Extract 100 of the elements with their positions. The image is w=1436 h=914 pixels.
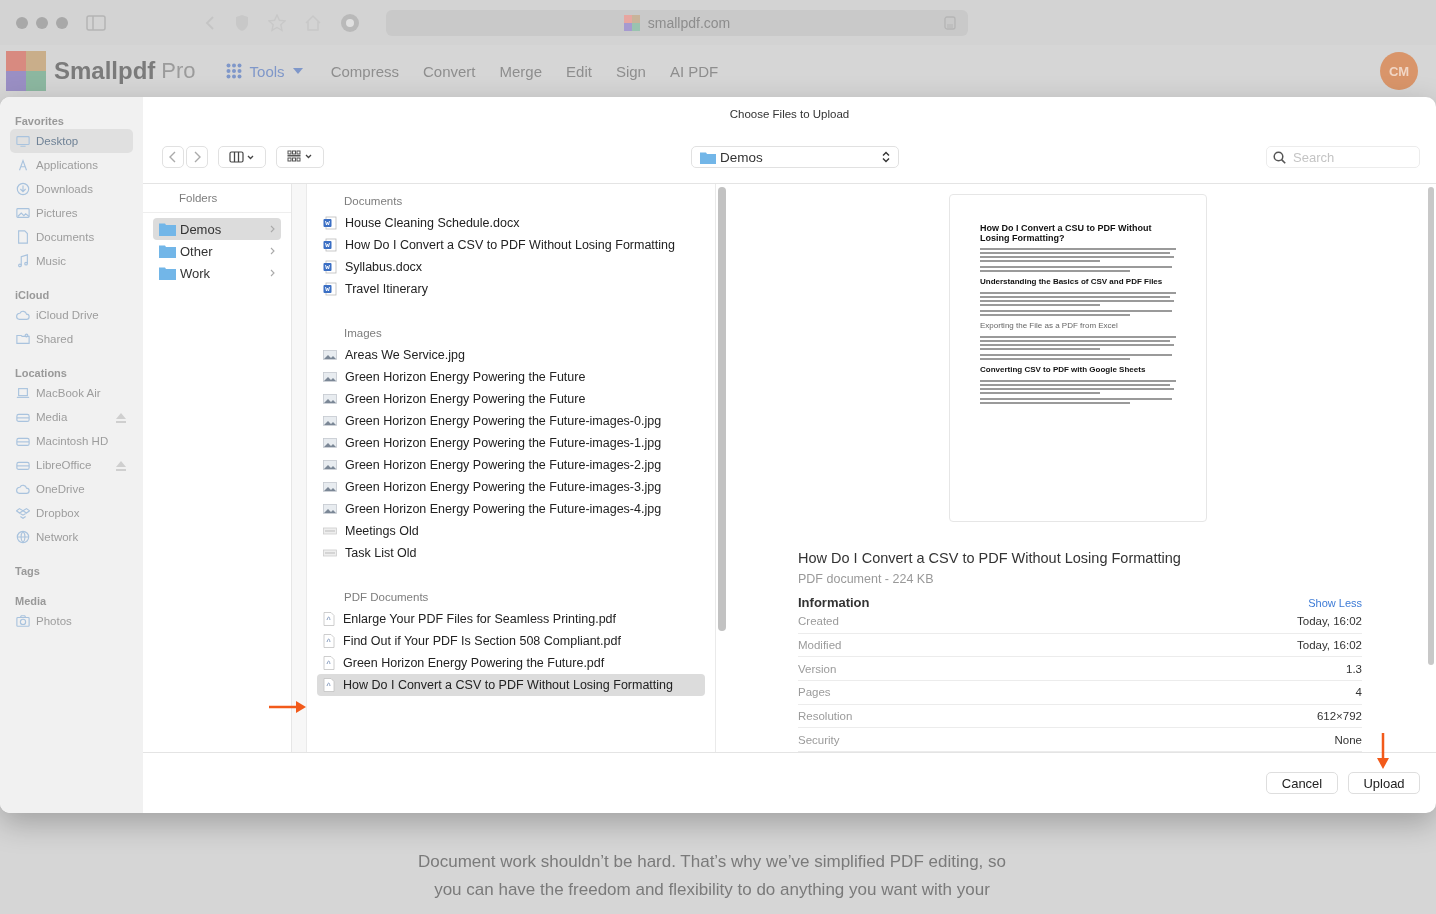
group-button[interactable] [276, 146, 324, 168]
text-file-icon [323, 525, 337, 537]
info-label: Security [798, 733, 840, 746]
file-item[interactable]: Enlarge Your PDF Files for Seamless Printing.pdf [317, 608, 705, 630]
cloud-icon [16, 308, 30, 322]
file-item[interactable]: How Do I Convert a CSV to PDF Without Losing Formatting [317, 234, 705, 256]
grid-view-icon [287, 150, 313, 164]
info-value: None [1334, 733, 1362, 746]
back-button[interactable] [162, 146, 184, 168]
file-title: How Do I Convert a CSV to PDF Without Losing Formatting [798, 549, 1182, 566]
close-window-icon[interactable] [16, 16, 28, 29]
info-value: Today, 16:02 [1297, 615, 1362, 628]
show-less-link[interactable]: Show Less [1308, 596, 1362, 609]
pdf-file-icon [323, 656, 335, 670]
info-heading: Information [798, 594, 870, 610]
column-heading: Folders [143, 184, 291, 213]
zoom-window-icon[interactable] [56, 16, 68, 29]
word-document-icon [323, 216, 337, 230]
minimize-window-icon[interactable] [36, 16, 48, 29]
sidebar-item[interactable]: LibreOffice [10, 453, 133, 477]
sidebar-item[interactable]: OneDrive [10, 477, 133, 501]
file-item[interactable]: How Do I Convert a CSV to PDF Without Losing Formatting [317, 674, 705, 696]
sidebar-item[interactable]: Applications [10, 153, 133, 177]
sidebar-item[interactable]: Network [10, 525, 133, 549]
text-file-icon [323, 547, 337, 559]
sidebar-item[interactable]: Photos [10, 609, 133, 633]
sidebar-item[interactable]: Desktop [10, 129, 133, 153]
upload-button[interactable]: Upload [1348, 772, 1420, 794]
word-document-icon [323, 238, 337, 252]
sidebar-item[interactable]: Music [10, 249, 133, 273]
location-popup[interactable]: Demos [691, 146, 899, 168]
info-value: 4 [1355, 686, 1362, 699]
file-item[interactable]: Green Horizon Energy Powering the Future.pdf [317, 652, 705, 674]
file-item[interactable]: House Cleaning Schedule.docx [317, 212, 705, 234]
apps-icon [16, 158, 30, 172]
monitor-icon [16, 134, 30, 148]
group-heading: Images [343, 326, 383, 341]
shared-folder-icon [16, 332, 30, 346]
scrollbar[interactable] [715, 184, 728, 752]
sidebar-item[interactable]: Shared [10, 327, 133, 351]
eject-icon[interactable] [115, 459, 127, 471]
info-label: Pages [798, 686, 831, 699]
sidebar-item[interactable]: MacBook Air [10, 381, 133, 405]
image-file-icon [323, 415, 337, 427]
cancel-button[interactable]: Cancel [1266, 772, 1338, 794]
resize-gutter[interactable] [292, 184, 307, 752]
image-file-icon [323, 503, 337, 515]
file-item[interactable]: Syllabus.docx [317, 256, 705, 278]
file-item[interactable]: Meetings Old [317, 520, 705, 542]
search-field[interactable]: Search [1266, 146, 1420, 168]
download-icon [16, 182, 30, 196]
grid-icon [225, 63, 242, 79]
view-mode-button[interactable] [218, 146, 266, 168]
eject-icon[interactable] [115, 411, 127, 423]
file-item[interactable]: Green Horizon Energy Powering the Future-images-2.jpg [317, 454, 705, 476]
image-file-icon [323, 437, 337, 449]
folder-item[interactable]: Demos [153, 218, 281, 240]
file-item[interactable]: Green Horizon Energy Powering the Future-images-0.jpg [317, 410, 705, 432]
folder-icon [159, 266, 176, 280]
music-note-icon [16, 254, 30, 268]
sidebar-item[interactable]: iCloud Drive [10, 303, 133, 327]
image-file-icon [323, 459, 337, 471]
folder-item[interactable]: Other [153, 240, 281, 262]
extension-icon[interactable] [340, 12, 360, 33]
chevron-left-icon [169, 151, 177, 163]
laptop-icon [16, 386, 30, 400]
logo-icon[interactable] [6, 51, 46, 91]
file-item[interactable]: Find Out if Your PDF Is Section 508 Compliant.pdf [317, 630, 705, 652]
sidebar-item[interactable]: Downloads [10, 177, 133, 201]
word-document-icon [323, 260, 337, 274]
word-document-icon [323, 282, 337, 296]
file-item[interactable]: Green Horizon Energy Powering the Future-images-1.jpg [317, 432, 705, 454]
info-label: Created [798, 615, 839, 628]
sidebar-item[interactable]: Dropbox [10, 501, 133, 525]
image-file-icon [323, 481, 337, 493]
sidebar-item[interactable]: Documents [10, 225, 133, 249]
file-item[interactable]: Green Horizon Energy Powering the Future [317, 366, 705, 388]
nav-link[interactable]: Convert [423, 62, 476, 80]
columns-view-icon [229, 151, 255, 163]
info-value: 1.3 [1346, 662, 1362, 675]
folder-icon [700, 150, 716, 164]
camera-icon [16, 614, 30, 628]
file-item[interactable]: Travel Itinerary [317, 278, 705, 300]
sidebar-item[interactable]: Pictures [10, 201, 133, 225]
file-item[interactable]: Areas We Service.jpg [317, 344, 705, 366]
plan-label: Pro [161, 58, 196, 84]
nav-link[interactable]: Compress [330, 62, 399, 80]
sidebar-item[interactable]: Media [10, 405, 133, 429]
file-item[interactable]: Green Horizon Energy Powering the Future-images-4.jpg [317, 498, 705, 520]
folder-item[interactable]: Work [153, 262, 281, 284]
file-item[interactable]: Green Horizon Energy Powering the Future-images-3.jpg [317, 476, 705, 498]
sidebar-icon[interactable] [86, 14, 106, 31]
file-item[interactable]: Green Horizon Energy Powering the Future [317, 388, 705, 410]
sidebar-item[interactable]: Macintosh HD [10, 429, 133, 453]
forward-button[interactable] [186, 146, 208, 168]
nav-link[interactable]: Sign [615, 62, 646, 80]
info-value: 612×792 [1316, 709, 1362, 722]
nav-link[interactable]: Merge [499, 62, 543, 80]
search-icon [1273, 151, 1286, 164]
file-item[interactable]: Task List Old [317, 542, 705, 564]
